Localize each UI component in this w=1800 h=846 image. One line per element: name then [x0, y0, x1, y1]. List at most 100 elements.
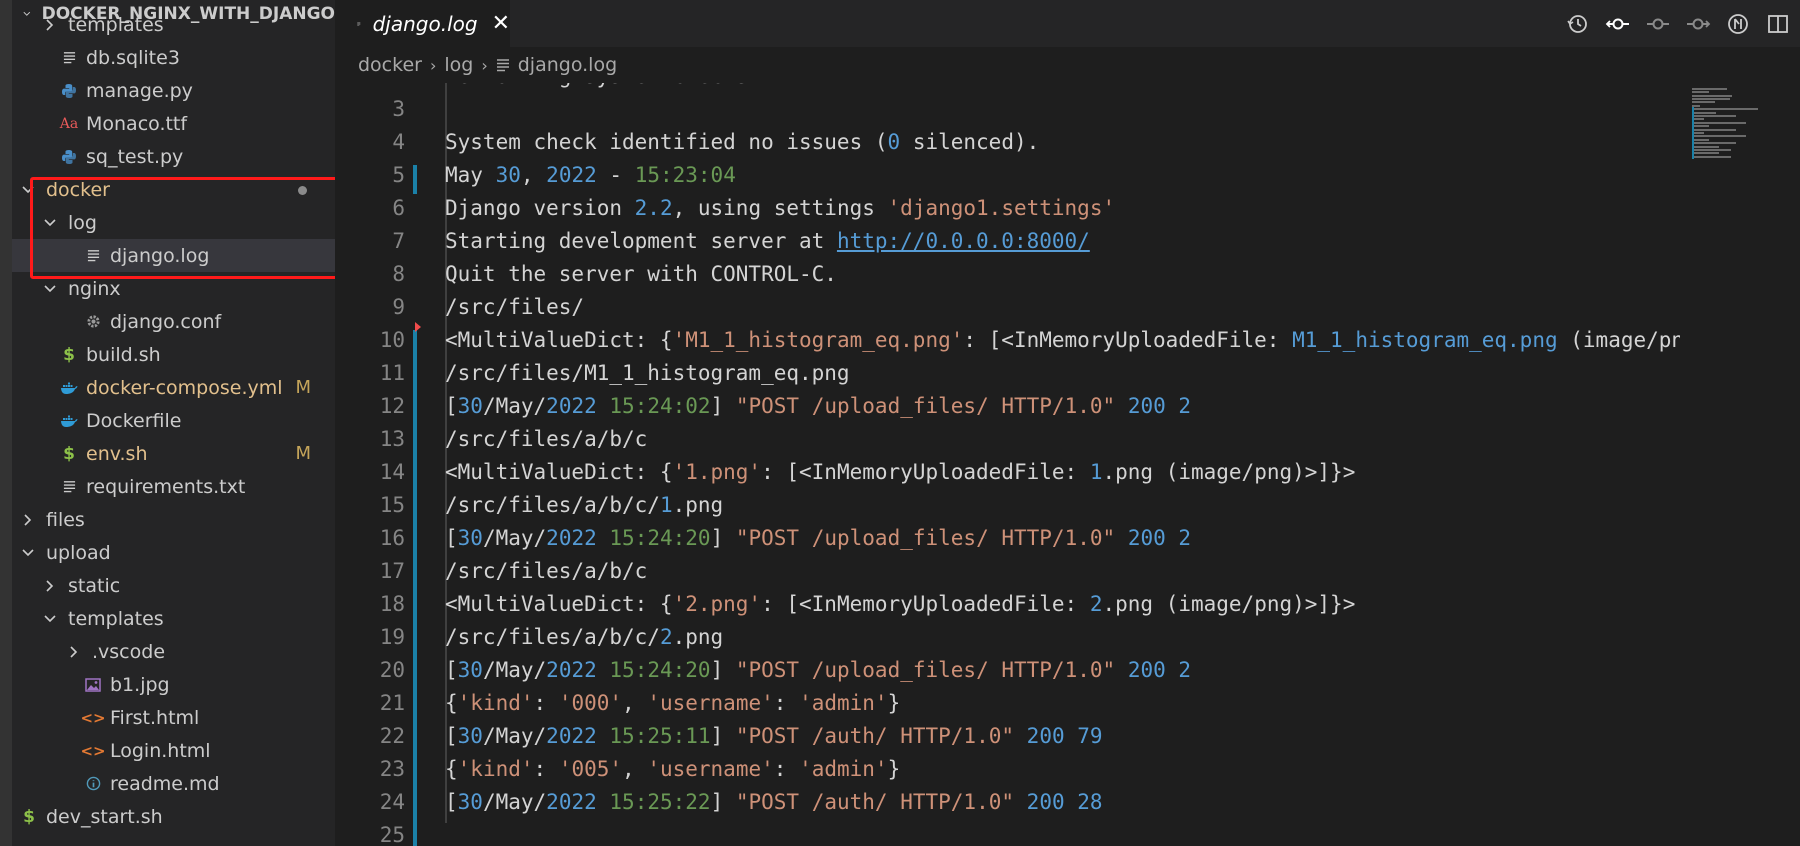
- line-number-gutter: 2345678910111213141516171819202122232425: [335, 83, 405, 846]
- code-token: 2.2: [634, 196, 673, 220]
- code-token: : [<InMemoryUploadedFile:: [963, 328, 1293, 352]
- tree-item-login-html[interactable]: <> Login.html: [12, 734, 335, 767]
- code-line[interactable]: {'kind': '000', 'username': 'admin'}: [445, 691, 900, 715]
- close-icon[interactable]: ✕: [492, 11, 510, 36]
- code-token: <MultiValueDict: {: [445, 592, 673, 616]
- code-token: :: [533, 757, 559, 781]
- code-line[interactable]: <MultiValueDict: {'M1_1_histogram_eq.png…: [445, 328, 1680, 352]
- code-line[interactable]: [30/May/2022 15:24:20] "POST /upload_fil…: [445, 526, 1191, 550]
- minimap[interactable]: [1678, 83, 1800, 846]
- tree-item-docker-compose-yml[interactable]: docker-compose.yml M: [12, 371, 335, 404]
- breadcrumb-separator: ›: [429, 55, 437, 75]
- tree-item-db-sqlite3[interactable]: db.sqlite3: [12, 41, 335, 74]
- code-line[interactable]: [30/May/2022 15:25:22] "POST /auth/ HTTP…: [445, 790, 1103, 814]
- tree-item-readme-md[interactable]: readme.md: [12, 767, 335, 800]
- code-token: [: [445, 658, 458, 682]
- tree-item-dev-start-sh[interactable]: $ dev_start.sh: [12, 800, 335, 833]
- code-line[interactable]: [30/May/2022 15:24:20] "POST /upload_fil…: [445, 658, 1191, 682]
- code-token: .png (image/png)>]}>: [1102, 592, 1356, 616]
- breadcrumb-item-file[interactable]: django.log: [518, 54, 617, 76]
- code-token: 15:23:04: [634, 163, 736, 187]
- tree-item-manage-py[interactable]: manage.py: [12, 74, 335, 107]
- tab-django-log[interactable]: django.log ✕: [335, 0, 510, 47]
- breadcrumb-item-docker[interactable]: docker: [358, 54, 422, 76]
- tree-item-first-html[interactable]: <> First.html: [12, 701, 335, 734]
- minimap-line: [1692, 101, 1716, 104]
- code-line[interactable]: /src/files/a/b/c: [445, 559, 647, 583]
- code-line[interactable]: /src/files/a/b/c/1.png: [445, 493, 723, 517]
- code-token: 30: [495, 163, 521, 187]
- tree-item-build-sh[interactable]: $ build.sh: [12, 338, 335, 371]
- code-line[interactable]: /src/files/a/b/c/2.png: [445, 625, 723, 649]
- git-commit-next-icon[interactable]: [1684, 10, 1712, 38]
- code-token: .png: [672, 625, 724, 649]
- code-line[interactable]: Starting development server at http://0.…: [445, 229, 1090, 253]
- code-token: /May/: [482, 724, 547, 748]
- code-token: 200: [1127, 526, 1166, 550]
- code-token: System check identified no issues (: [445, 130, 888, 154]
- tree-item-label: dev_start.sh: [46, 805, 163, 828]
- python-file-icon: [60, 83, 78, 99]
- shell-file-icon: $: [63, 443, 75, 464]
- tree-item-requirements-txt[interactable]: requirements.txt: [12, 470, 335, 503]
- tree-item-templates[interactable]: templates: [12, 602, 335, 635]
- tree-item-files[interactable]: files: [12, 503, 335, 536]
- tree-item-static[interactable]: static: [12, 569, 335, 602]
- code-token: /src/files/: [445, 295, 585, 319]
- code-line[interactable]: <MultiValueDict: {'2.png': [<InMemoryUpl…: [445, 592, 1355, 616]
- line-number: 7: [392, 229, 405, 253]
- log-url-link[interactable]: http://0.0.0.0:8000/: [837, 229, 1090, 253]
- code-editor[interactable]: 2345678910111213141516171819202122232425…: [335, 83, 1800, 846]
- code-line[interactable]: /src/files/M1_1_histogram_eq.png: [445, 361, 850, 385]
- breadcrumb-item-log[interactable]: log: [444, 54, 473, 76]
- tree-item-templates[interactable]: templates: [12, 8, 335, 41]
- tree-item-b1-jpg[interactable]: b1.jpg: [12, 668, 335, 701]
- code-line[interactable]: /src/files/: [445, 295, 584, 319]
- open-changes-icon[interactable]: [1724, 10, 1752, 38]
- image-file-icon: [84, 677, 102, 692]
- code-token: 'kind': [457, 691, 534, 715]
- code-token: "POST /upload_files/ HTTP/1.0": [735, 526, 1116, 550]
- split-editor-icon[interactable]: [1764, 10, 1792, 38]
- code-token: "POST /upload_files/ HTTP/1.0": [735, 394, 1116, 418]
- code-line[interactable]: {'kind': '005', 'username': 'admin'}: [445, 757, 900, 781]
- python-file-icon: [60, 149, 78, 165]
- line-number: 11: [379, 361, 405, 385]
- git-compare-icon[interactable]: [1604, 10, 1632, 38]
- code-token: :: [533, 691, 559, 715]
- code-token: ,: [520, 163, 547, 187]
- code-content[interactable]: Performing system checks... System check …: [445, 83, 1680, 846]
- code-token: }: [887, 757, 901, 781]
- code-line[interactable]: System check identified no issues (0 sil…: [445, 130, 1039, 154]
- code-line[interactable]: Performing system checks...: [445, 83, 786, 88]
- git-modified-badge: M: [295, 377, 311, 398]
- minimap-line: [1692, 145, 1719, 148]
- code-line[interactable]: /src/files/a/b/c: [445, 427, 647, 451]
- file-lines-icon: [496, 59, 509, 72]
- code-token: 'admin': [799, 691, 888, 715]
- tree-item-vscode[interactable]: .vscode: [12, 635, 335, 668]
- timeline-history-icon[interactable]: [1564, 10, 1592, 38]
- code-line[interactable]: May 30, 2022 - 15:23:04: [445, 163, 736, 187]
- code-line[interactable]: Quit the server with CONTROL-C.: [445, 262, 837, 286]
- tree-item-dockerfile[interactable]: Dockerfile: [12, 404, 335, 437]
- code-line[interactable]: Django version 2.2, using settings 'djan…: [445, 196, 1115, 220]
- code-line[interactable]: [30/May/2022 15:24:02] "POST /upload_fil…: [445, 394, 1191, 418]
- tree-item-label: requirements.txt: [86, 475, 246, 498]
- code-token: , using settings: [672, 196, 888, 220]
- code-token: 2022: [546, 724, 597, 748]
- tree-item-sq-test-py[interactable]: sq_test.py: [12, 140, 335, 173]
- code-token: 15:24:20: [609, 658, 711, 682]
- code-line[interactable]: [30/May/2022 15:25:11] "POST /auth/ HTTP…: [445, 724, 1103, 748]
- git-commit-icon[interactable]: [1644, 10, 1672, 38]
- tree-item-monaco-ttf[interactable]: Aa Monaco.ttf: [12, 107, 335, 140]
- tree-item-env-sh[interactable]: $ env.sh M: [12, 437, 335, 470]
- code-token: /May/: [482, 526, 547, 550]
- tree-item-label: Login.html: [110, 739, 211, 762]
- breadcrumb: docker › log › django.log: [335, 47, 1800, 83]
- code-line[interactable]: <MultiValueDict: {'1.png': [<InMemoryUpl…: [445, 460, 1355, 484]
- tree-item-upload[interactable]: upload: [12, 536, 335, 569]
- line-number: 17: [379, 559, 405, 583]
- tree-item-django-conf[interactable]: django.conf: [12, 305, 335, 338]
